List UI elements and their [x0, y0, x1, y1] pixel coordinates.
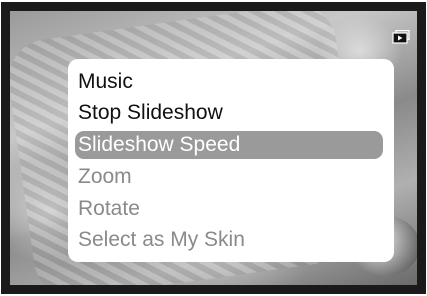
options-menu: Music Stop Slideshow Slideshow Speed Zoo… — [68, 59, 394, 262]
menu-item-select-as-my-skin[interactable]: Select as My Skin — [78, 226, 245, 254]
menu-item-slideshow-speed[interactable]: Slideshow Speed — [75, 131, 383, 159]
menu-item-stop-slideshow[interactable]: Stop Slideshow — [78, 99, 223, 127]
menu-item-rotate[interactable]: Rotate — [78, 195, 140, 223]
device-screen: Music Stop Slideshow Slideshow Speed Zoo… — [1, 2, 426, 294]
menu-item-music[interactable]: Music — [78, 68, 133, 96]
menu-item-zoom[interactable]: Zoom — [78, 163, 132, 191]
slideshow-icon-graphic — [392, 29, 410, 44]
slideshow-icon — [392, 29, 410, 44]
